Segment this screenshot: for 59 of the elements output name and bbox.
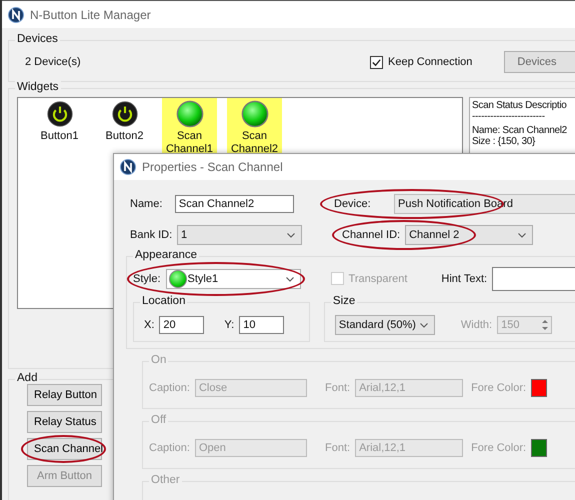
group-label: Widgets — [15, 81, 61, 93]
field-label: Channel ID: — [342, 228, 400, 240]
field-label: Hint Text: — [441, 272, 488, 284]
field-label: Style: — [133, 272, 161, 284]
device-count: 2 Device(s) — [25, 56, 82, 68]
power-icon — [110, 100, 138, 128]
caret-icon — [420, 323, 428, 328]
dialog-title: Properties - Scan Channel — [142, 160, 283, 174]
field-label: Y: — [224, 319, 234, 331]
name-input[interactable]: Scan Channel2 — [174, 194, 294, 212]
field-label: Caption: — [149, 442, 190, 454]
devices-button[interactable]: Devices — [504, 51, 575, 73]
checkmark-icon — [371, 56, 382, 68]
app-logo-icon — [120, 159, 136, 175]
field-label: Device: — [334, 198, 372, 210]
field-label: X: — [144, 319, 154, 331]
group-label: Appearance — [133, 249, 200, 261]
field-label: Name: — [130, 198, 164, 210]
channel-id-dropdown[interactable]: Channel 2 — [405, 224, 534, 244]
description-line: Name: Scan Channel2 — [472, 125, 568, 136]
group-label: Add — [15, 372, 40, 384]
add-widget-button[interactable]: Relay Button — [27, 384, 102, 406]
spin-arrows-icon[interactable] — [541, 318, 550, 332]
widget-tile[interactable]: Button2 — [97, 98, 152, 145]
description-line: Scan Status Descriptio — [472, 100, 568, 111]
group-label: Size — [330, 295, 358, 307]
color-swatch[interactable] — [531, 379, 548, 397]
bank-id-dropdown[interactable]: 1 — [177, 224, 302, 244]
group-label: On — [149, 354, 168, 366]
widget-tile[interactable]: Button1 — [32, 98, 87, 145]
add-widget-button[interactable]: Scan Channel — [27, 438, 102, 460]
caret-icon — [287, 232, 295, 238]
group-label: Other — [149, 474, 182, 486]
lamp-icon — [176, 100, 204, 128]
field-label: Font: — [324, 382, 350, 394]
app-logo-icon — [8, 6, 24, 22]
group-label: Devices — [15, 33, 60, 45]
description-line: Size : {150, 30} — [472, 136, 536, 147]
keep-connection-checkbox[interactable]: Keep Connection — [370, 56, 472, 68]
field-label: Bank ID: — [130, 228, 172, 240]
field-label: Font: — [324, 442, 350, 454]
x-input[interactable]: 20 — [159, 316, 204, 334]
caret-icon — [518, 232, 526, 238]
window-title: N-Button Lite Manager — [30, 8, 151, 22]
lamp-icon — [240, 100, 268, 128]
description-line: ------------------------ — [472, 111, 546, 122]
field-label: Caption: — [149, 382, 190, 394]
group-label: Off — [149, 414, 168, 426]
style-dropdown[interactable]: Style1 — [166, 268, 301, 288]
add-widget-button[interactable]: Relay Status — [27, 411, 102, 433]
size-dropdown[interactable]: Standard (50%) — [334, 315, 435, 335]
color-swatch[interactable] — [531, 439, 548, 457]
power-icon — [46, 100, 74, 128]
field-label: Fore Color: — [471, 442, 526, 454]
caret-icon — [286, 276, 294, 282]
group-label: Location — [140, 295, 188, 307]
field-label: Width: — [460, 319, 492, 331]
y-input[interactable]: 10 — [239, 316, 284, 334]
field-label: Fore Color: — [471, 382, 526, 394]
